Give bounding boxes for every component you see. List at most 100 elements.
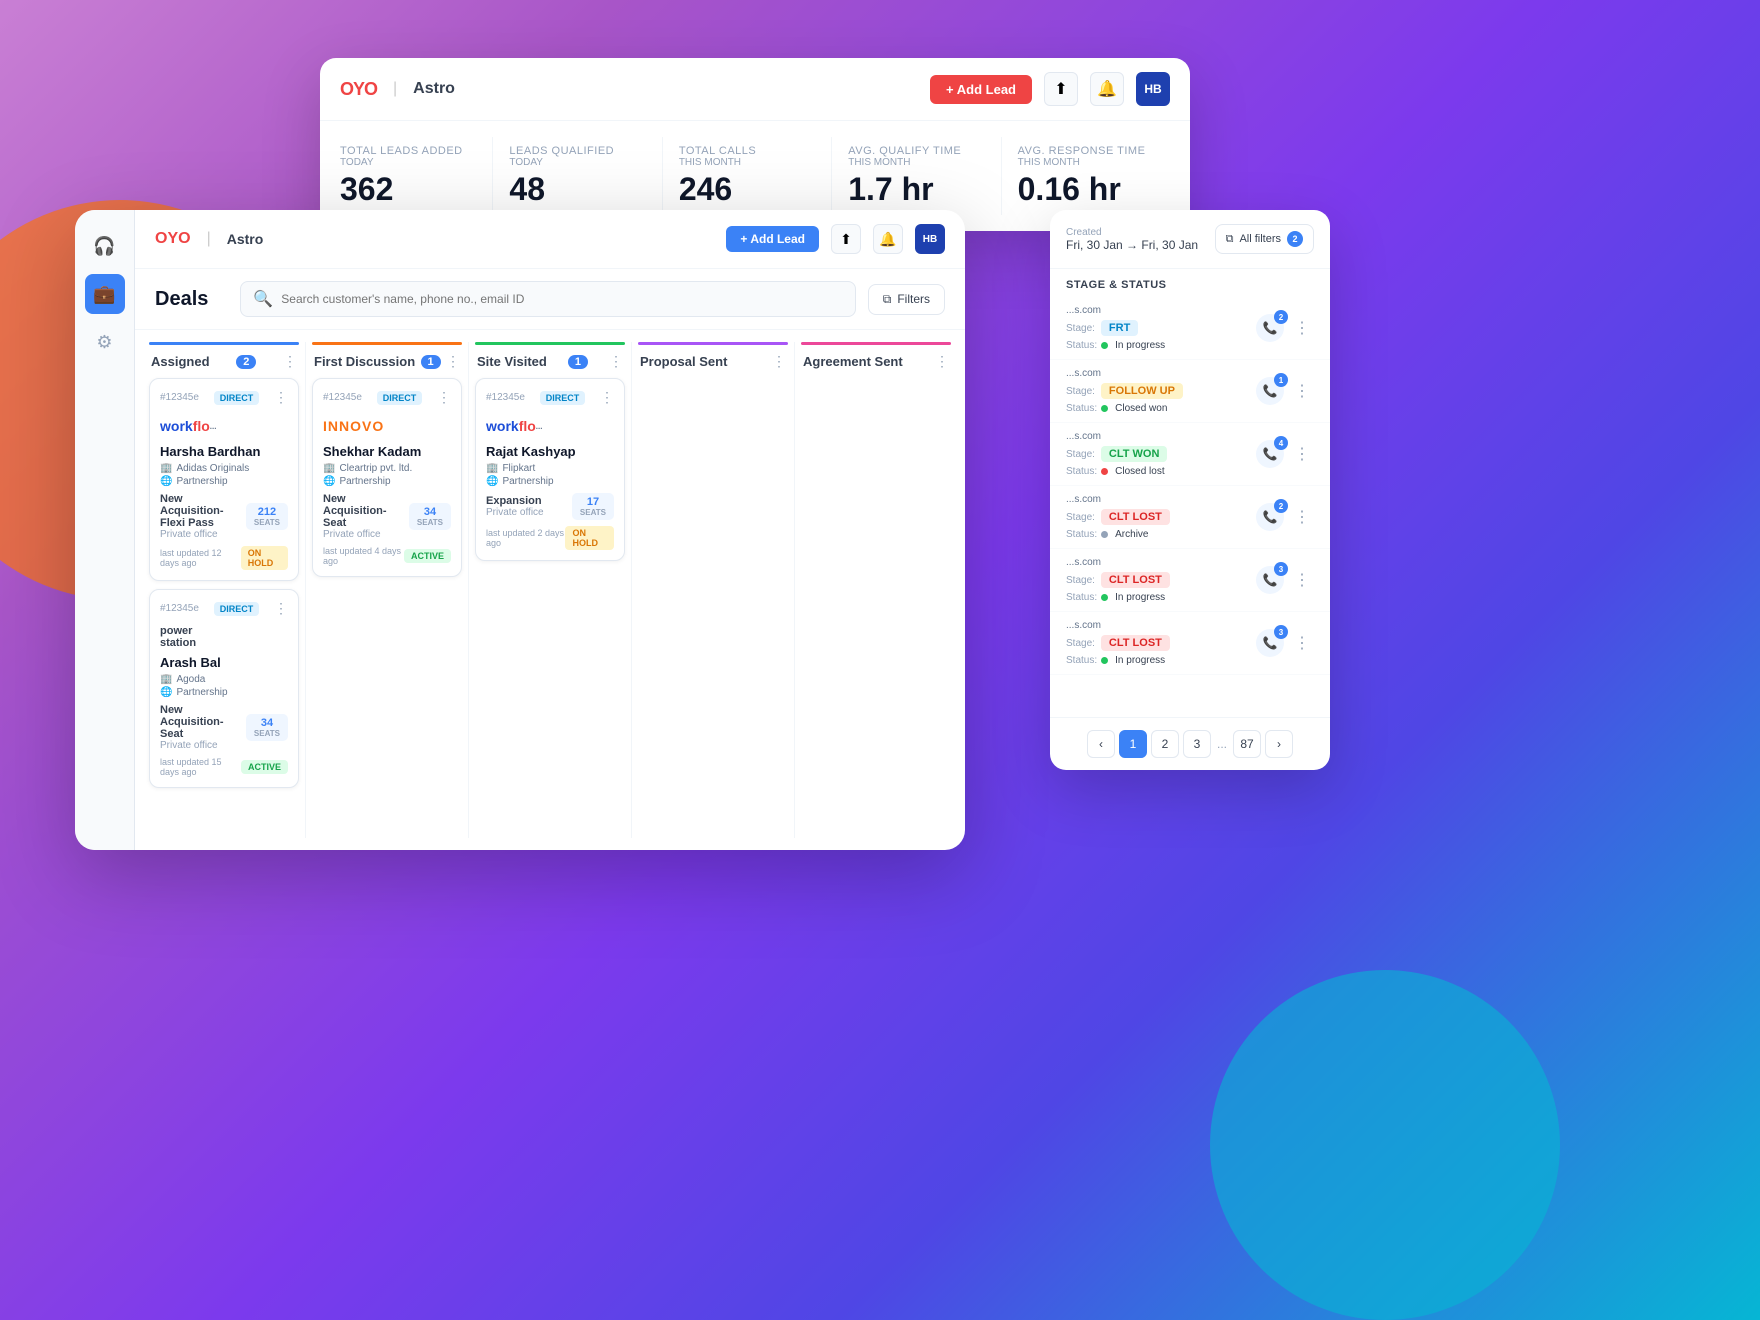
fp-section-title: STAGE & STATUS xyxy=(1050,269,1330,297)
fp-call-btn-4[interactable]: 📞2 xyxy=(1256,503,1284,531)
card-logo-rajat: work flo ... xyxy=(486,412,614,440)
fp-call-btn-3[interactable]: 📞4 xyxy=(1256,440,1284,468)
col-menu-first-discussion[interactable]: ⋮ xyxy=(446,353,460,370)
status-badge-shekhar: ACTIVE xyxy=(404,549,451,563)
sidebar-item-filters[interactable]: ⚙ xyxy=(85,322,125,362)
filter-panel: Created Fri, 30 Jan → Fri, 30 Jan ⧉ All … xyxy=(1050,210,1330,770)
workflo-logo: work flo ... xyxy=(160,418,216,434)
col-bar-first-discussion xyxy=(312,342,462,345)
deal-card-shekhar[interactable]: #12345e DIRECT ⋮ INNOVO Shekhar Kadam 🏢 … xyxy=(312,378,462,577)
page-1-btn[interactable]: 1 xyxy=(1119,730,1147,758)
fp-company-4: ...s.com xyxy=(1066,494,1170,505)
card-menu-rajat[interactable]: ⋮ xyxy=(600,389,614,406)
fp-stage-2: FOLLOW UP xyxy=(1101,383,1183,399)
stat-avg-qualify-label: Avg. Qualify time xyxy=(848,145,984,157)
fp-more-6[interactable]: ⋮ xyxy=(1290,633,1314,653)
card-logo-harsha: work flo ... xyxy=(160,412,288,440)
card-type-arash: 🌐 Partnership xyxy=(160,687,288,698)
deal-card-rajat[interactable]: #12345e DIRECT ⋮ work flo ... Rajat Kash… xyxy=(475,378,625,561)
page-dots: ... xyxy=(1215,737,1229,751)
stat-total-calls: Total calls THIS MONTH 246 xyxy=(663,137,832,215)
globe-icon-4: 🌐 xyxy=(486,476,498,487)
building-icon-4: 🏢 xyxy=(486,463,498,474)
fp-company-1: ...s.com xyxy=(1066,305,1165,316)
filter-button[interactable]: ⧉ Filters xyxy=(868,284,945,315)
fp-call-btn-2[interactable]: 📞1 xyxy=(1256,377,1284,405)
fp-date-section: Created Fri, 30 Jan → Fri, 30 Jan xyxy=(1066,227,1198,252)
stats-add-lead-button[interactable]: + Add Lead xyxy=(930,75,1032,104)
fp-more-2[interactable]: ⋮ xyxy=(1290,381,1314,401)
fp-call-btn-1[interactable]: 📞2 xyxy=(1256,314,1284,342)
seats-badge-harsha: 212 SEATS xyxy=(246,503,288,530)
fp-status-2: Closed won xyxy=(1115,403,1167,414)
badge-direct-rajat: DIRECT xyxy=(540,391,586,405)
search-box[interactable]: 🔍 xyxy=(240,281,855,317)
fp-more-4[interactable]: ⋮ xyxy=(1290,507,1314,527)
bg-blob-cyan xyxy=(1210,970,1560,1320)
fp-row-1: ...s.com Stage: FRT Status: In progress … xyxy=(1050,297,1330,360)
fp-status-1: In progress xyxy=(1115,340,1165,351)
filter-count-badge: 2 xyxy=(1287,231,1303,247)
col-menu-assigned[interactable]: ⋮ xyxy=(283,353,297,370)
col-title-agreement: Agreement Sent xyxy=(803,354,903,369)
card-name-shekhar: Shekhar Kadam xyxy=(323,444,451,459)
col-menu-proposal[interactable]: ⋮ xyxy=(772,353,786,370)
fp-more-5[interactable]: ⋮ xyxy=(1290,570,1314,590)
kanban-col-proposal: Proposal Sent ⋮ xyxy=(632,342,795,838)
fp-more-1[interactable]: ⋮ xyxy=(1290,318,1314,338)
card-name-rajat: Rajat Kashyap xyxy=(486,444,614,459)
card-deal-rajat: Expansion Private office 17 SEATS xyxy=(486,493,614,520)
stat-total-calls-label: Total calls xyxy=(679,145,815,157)
card-footer-arash: last updated 15 days ago ACTIVE xyxy=(160,757,288,777)
main-avatar: HB xyxy=(915,224,945,254)
pagination: ‹ 1 2 3 ... 87 › xyxy=(1050,717,1330,770)
deal-card-harsha[interactable]: #12345e DIRECT ⋮ work flo ... Harsha Bar… xyxy=(149,378,299,581)
page-3-btn[interactable]: 3 xyxy=(1183,730,1211,758)
all-filters-button[interactable]: ⧉ All filters 2 xyxy=(1215,224,1314,254)
page-next-btn[interactable]: › xyxy=(1265,730,1293,758)
page-prev-btn[interactable]: ‹ xyxy=(1087,730,1115,758)
fp-more-3[interactable]: ⋮ xyxy=(1290,444,1314,464)
main-astro-text: Astro xyxy=(227,231,264,247)
badge-direct-arash: DIRECT xyxy=(214,602,260,616)
col-title-proposal: Proposal Sent xyxy=(640,354,727,369)
main-bell-icon[interactable]: 🔔 xyxy=(873,224,903,254)
card-menu-harsha[interactable]: ⋮ xyxy=(274,389,288,406)
fp-status-dot-4 xyxy=(1101,531,1108,538)
fp-call-btn-5[interactable]: 📞3 xyxy=(1256,566,1284,594)
filter-icon: ⧉ xyxy=(883,292,892,307)
main-add-lead-button[interactable]: + Add Lead xyxy=(726,226,819,252)
col-menu-site-visited[interactable]: ⋮ xyxy=(609,353,623,370)
fp-date-range: Fri, 30 Jan → Fri, 30 Jan xyxy=(1066,238,1198,252)
seats-badge-shekhar: 34 SEATS xyxy=(409,503,451,530)
col-menu-agreement[interactable]: ⋮ xyxy=(935,353,949,370)
fp-status-5: In progress xyxy=(1115,592,1165,603)
fp-stage-1: FRT xyxy=(1101,320,1138,336)
card-menu-shekhar[interactable]: ⋮ xyxy=(437,389,451,406)
building-icon: 🏢 xyxy=(160,463,172,474)
deal-type-harsha: Private office xyxy=(160,529,246,540)
stat-leads-qualified-label: Leads qualified xyxy=(509,145,645,157)
page-2-btn[interactable]: 2 xyxy=(1151,730,1179,758)
deal-card-arash[interactable]: #12345e DIRECT ⋮ powerstation Arash Bal … xyxy=(149,589,299,788)
stat-leads-qualified-period: TODAY xyxy=(509,157,645,168)
fp-stage-3: CLT WON xyxy=(1101,446,1168,462)
stat-avg-response-value: 0.16 hr xyxy=(1018,172,1154,207)
stats-upload-icon[interactable]: ⬆ xyxy=(1044,72,1078,106)
page-last-btn[interactable]: 87 xyxy=(1233,730,1261,758)
fp-call-btn-6[interactable]: 📞3 xyxy=(1256,629,1284,657)
main-window: 🎧 💼 ⚙ OYO | Astro + Add Lead ⬆ 🔔 HB Deal… xyxy=(75,210,965,850)
kanban-col-agreement: Agreement Sent ⋮ xyxy=(795,342,957,838)
fp-row-5: ...s.com Stage: CLT LOST Status: In prog… xyxy=(1050,549,1330,612)
main-logo-pipe: | xyxy=(207,230,211,248)
stat-total-leads-period: TODAY xyxy=(340,157,476,168)
main-upload-icon[interactable]: ⬆ xyxy=(831,224,861,254)
card-deal-shekhar: New Acquisition- Seat Private office 34 … xyxy=(323,493,451,540)
sidebar-item-deals[interactable]: 💼 xyxy=(85,274,125,314)
col-header-proposal: Proposal Sent ⋮ xyxy=(638,353,788,370)
search-input[interactable] xyxy=(281,292,842,306)
card-menu-arash[interactable]: ⋮ xyxy=(274,600,288,617)
stats-bell-icon[interactable]: 🔔 xyxy=(1090,72,1124,106)
card-footer-harsha: last updated 12 days ago ON HOLD xyxy=(160,546,288,570)
sidebar-item-headset[interactable]: 🎧 xyxy=(85,226,125,266)
